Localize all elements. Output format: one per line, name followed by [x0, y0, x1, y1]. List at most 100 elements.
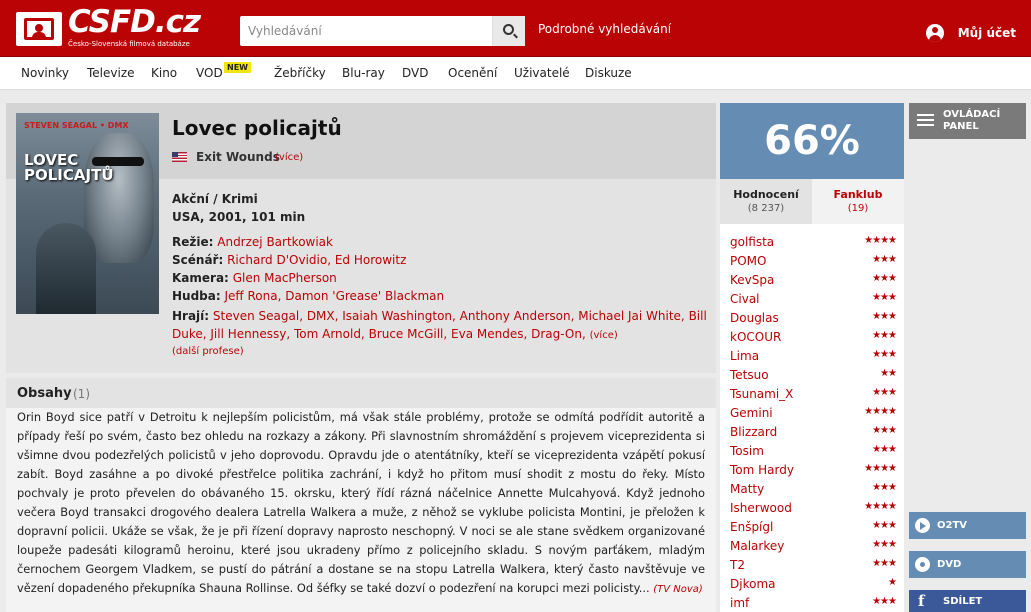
poster-actors: STEVEN SEAGAL • DMX	[24, 121, 129, 130]
us-flag-icon	[172, 152, 187, 162]
search-button[interactable]	[492, 16, 525, 46]
film-info-box: STEVEN SEAGAL • DMX LOVEC POLICAJTŮ Love…	[6, 103, 716, 373]
user-link[interactable]: imf	[730, 596, 749, 610]
writer-links[interactable]: Richard D'Ovidio, Ed Horowitz	[227, 253, 406, 267]
poster-title: LOVEC POLICAJTŮ	[24, 151, 114, 184]
o2tv-button[interactable]: O2TV	[909, 512, 1026, 539]
plot-text: Orin Boyd sice patří v Detroitu k nejlep…	[17, 408, 705, 599]
dvd-button[interactable]: DVD	[909, 551, 1026, 578]
user-link[interactable]: Cival	[730, 292, 760, 306]
nav-item-vod[interactable]: VOD	[196, 66, 223, 80]
nav-item-diskuze[interactable]: Diskuze	[585, 66, 632, 80]
list-item: Djkoma ★	[730, 575, 897, 594]
credit-director: Režie: Andrzej Bartkowiak	[172, 235, 333, 249]
advanced-search-link[interactable]: Podrobné vyhledávání	[538, 22, 671, 36]
film-poster[interactable]: STEVEN SEAGAL • DMX LOVEC POLICAJTŮ	[16, 113, 159, 314]
plot-header: Obsahy (1)	[6, 378, 716, 408]
star-rating: ★★★★	[864, 501, 897, 512]
credit-label: Režie:	[172, 235, 214, 249]
user-link[interactable]: Malarkey	[730, 539, 784, 553]
new-badge: NEW	[224, 62, 251, 73]
user-link[interactable]: Douglas	[730, 311, 779, 325]
credit-cast: Hrají: Steven Seagal, DMX, Isaiah Washin…	[172, 307, 712, 345]
play-icon	[915, 518, 930, 533]
nav-item-uzivatele[interactable]: Uživatelé	[514, 66, 570, 80]
tab-fanclub[interactable]: Fanklub (19)	[812, 179, 904, 224]
user-link[interactable]: Matty	[730, 482, 764, 496]
director-link[interactable]: Andrzej Bartkowiak	[217, 235, 333, 249]
user-link[interactable]: POMO	[730, 254, 766, 268]
my-account-link[interactable]: Můj účet	[925, 24, 1016, 42]
user-link[interactable]: kOCOUR	[730, 330, 781, 344]
user-link[interactable]: Lima	[730, 349, 759, 363]
nav-item-novinky[interactable]: Novinky	[21, 66, 69, 80]
credit-label: Kamera:	[172, 271, 229, 285]
star-rating: ★★★	[872, 558, 897, 569]
control-panel-button[interactable]: OVLÁDACÍ PANEL	[909, 103, 1026, 139]
nav-item-kino[interactable]: Kino	[151, 66, 177, 80]
nav-item-televize[interactable]: Televize	[87, 66, 135, 80]
search-icon	[503, 24, 514, 35]
star-rating: ★★★	[872, 425, 897, 436]
star-rating: ★★★★	[864, 235, 897, 246]
tab-fanclub-label: Fanklub	[833, 188, 883, 201]
rating-percent: 66%	[720, 103, 904, 179]
menu-icon	[917, 114, 934, 116]
disc-icon	[915, 557, 930, 572]
facebook-share-button[interactable]: f SDÍLET	[909, 590, 1026, 612]
user-link[interactable]: KevSpa	[730, 273, 774, 287]
user-link[interactable]: Isherwood	[730, 501, 792, 515]
star-rating: ★★★	[872, 520, 897, 531]
user-link[interactable]: golfista	[730, 235, 774, 249]
list-item: Tetsuo ★★	[730, 366, 897, 385]
star-rating: ★	[888, 577, 897, 588]
list-item: Douglas ★★★	[730, 309, 897, 328]
credit-music: Hudba: Jeff Rona, Damon 'Grease' Blackma…	[172, 289, 444, 303]
user-link[interactable]: Tsunami_X	[730, 387, 793, 401]
alt-titles-more-link[interactable]: (více)	[275, 152, 303, 163]
user-link[interactable]: Blizzard	[730, 425, 777, 439]
credit-camera: Kamera: Glen MacPherson	[172, 271, 337, 285]
star-rating: ★★	[880, 368, 897, 379]
nav-item-dvd[interactable]: DVD	[402, 66, 428, 80]
plot-source-link[interactable]: (TV Nova)	[653, 584, 703, 595]
star-rating: ★★★	[872, 273, 897, 284]
music-links[interactable]: Jeff Rona, Damon 'Grease' Blackman	[225, 289, 445, 303]
list-item: Tom Hardy ★★★★	[730, 461, 897, 480]
cast-more-link[interactable]: (více)	[590, 330, 618, 341]
nav-item-zebricky[interactable]: Žebříčky	[274, 66, 326, 80]
star-rating: ★★★	[872, 387, 897, 398]
user-link[interactable]: Gemini	[730, 406, 773, 420]
film-origin: USA, 2001, 101 min	[172, 210, 306, 224]
csfd-logo[interactable]: CSFD.cz Česko-Slovenská filmová databáze	[16, 4, 201, 50]
other-professions-link[interactable]: (další profese)	[172, 346, 244, 357]
tab-ratings[interactable]: Hodnocení (8 237)	[720, 179, 812, 224]
nav-item-oceneni[interactable]: Ocenění	[448, 66, 497, 80]
user-link[interactable]: T2	[730, 558, 745, 572]
cast-links[interactable]: Steven Seagal, DMX, Isaiah Washington, A…	[172, 309, 707, 341]
credit-label: Hudba:	[172, 289, 221, 303]
o2tv-label: O2TV	[937, 520, 968, 531]
user-link[interactable]: Tetsuo	[730, 368, 769, 382]
user-icon	[925, 24, 944, 42]
list-item: Cival ★★★	[730, 290, 897, 309]
tab-fanclub-count: (19)	[847, 203, 869, 214]
search-input[interactable]	[240, 16, 492, 46]
credit-label: Hrají:	[172, 309, 210, 323]
list-item: Matty ★★★	[730, 480, 897, 499]
list-item: T2 ★★★	[730, 556, 897, 575]
list-item: Isherwood ★★★★	[730, 499, 897, 518]
user-link[interactable]: Tosim	[730, 444, 764, 458]
plot-count: (1)	[73, 387, 90, 401]
user-link[interactable]: Djkoma	[730, 577, 775, 591]
star-rating: ★★★	[872, 349, 897, 360]
star-rating: ★★★	[872, 596, 897, 607]
list-item: Malarkey ★★★	[730, 537, 897, 556]
search-box	[240, 16, 525, 46]
list-item: golfista ★★★★	[730, 233, 897, 252]
star-rating: ★★★	[872, 254, 897, 265]
user-link[interactable]: Enšpígl	[730, 520, 773, 534]
user-link[interactable]: Tom Hardy	[730, 463, 794, 477]
nav-item-bluray[interactable]: Blu-ray	[342, 66, 385, 80]
camera-link[interactable]: Glen MacPherson	[233, 271, 337, 285]
